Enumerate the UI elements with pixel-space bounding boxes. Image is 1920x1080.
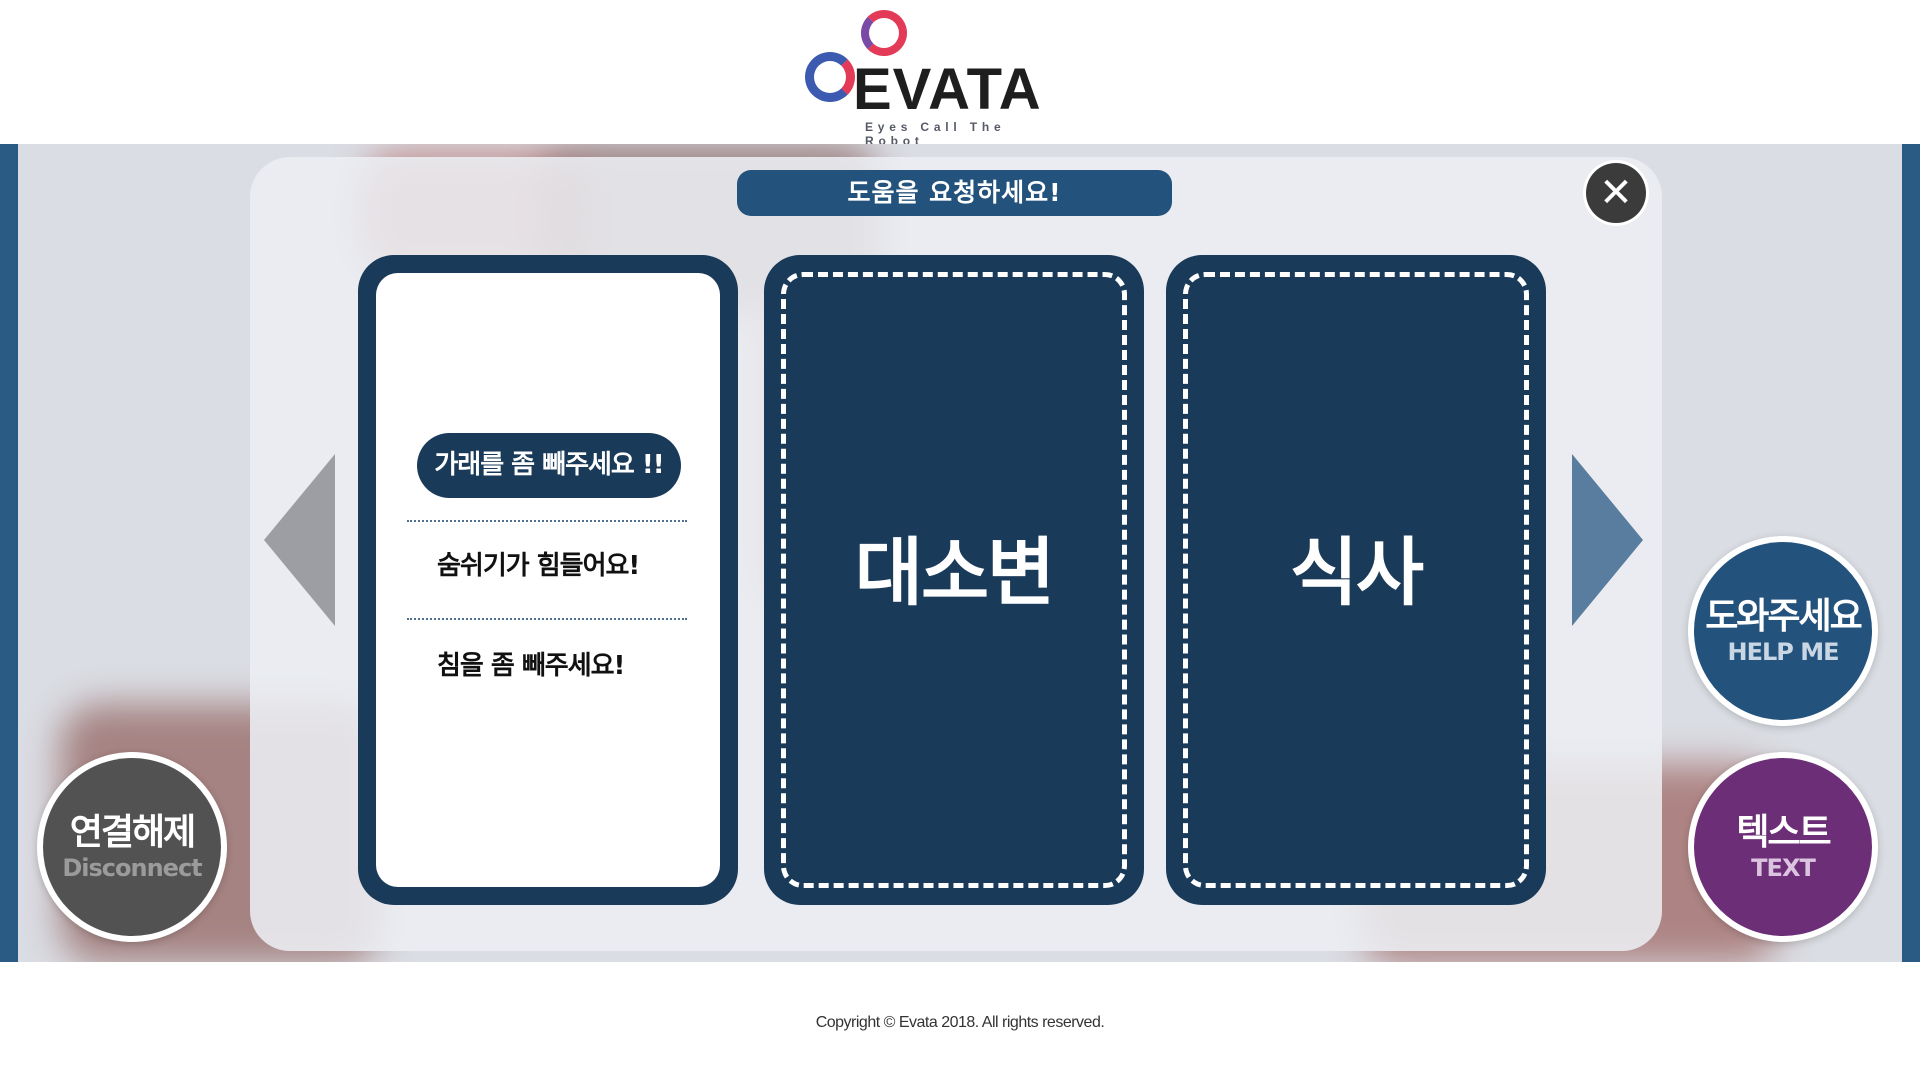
disconnect-button-sublabel: Disconnect xyxy=(62,854,202,882)
stage-edge-right xyxy=(1902,144,1920,962)
logo-ring-red-icon xyxy=(861,10,907,56)
category-card-toilet[interactable]: 대소변 xyxy=(764,255,1144,905)
arrow-right-icon[interactable] xyxy=(1572,454,1643,626)
disconnect-button-label: 연결해제 xyxy=(69,812,196,853)
logo-ring-blue-icon xyxy=(805,52,855,102)
help-me-button-label: 도와주세요 xyxy=(1705,596,1863,637)
category-card-meal[interactable]: 식사 xyxy=(1166,255,1546,905)
arrow-left-icon[interactable] xyxy=(264,454,335,626)
phrase-item[interactable]: 숨쉬기가 힘들어요! xyxy=(437,546,687,586)
help-me-button-sublabel: HELP ME xyxy=(1727,638,1840,666)
evata-logo: EVATA Eyes Call The Robot xyxy=(805,10,1065,148)
logo-wordmark: EVATA xyxy=(853,57,1042,122)
help-me-button[interactable]: 도와주세요 HELP ME xyxy=(1694,542,1872,720)
disconnect-button[interactable]: 연결해제 Disconnect xyxy=(43,758,221,936)
stage-edge-left xyxy=(0,144,18,962)
category-card-label: 식사 xyxy=(1289,530,1424,616)
copyright-text: Copyright © Evata 2018. All rights reser… xyxy=(815,1014,1105,1031)
text-button-label: 텍스트 xyxy=(1736,812,1831,853)
close-button[interactable]: ✕ xyxy=(1586,163,1646,223)
close-icon: ✕ xyxy=(1599,170,1633,216)
text-button[interactable]: 텍스트 TEXT xyxy=(1694,758,1872,936)
phrase-item[interactable]: 침을 좀 빼주세요! xyxy=(437,646,687,686)
modal-title: 도움을 요청하세요! xyxy=(737,170,1172,216)
phrase-divider xyxy=(407,618,687,620)
phrase-item-selected[interactable]: 가래를 좀 빼주세요 !! xyxy=(417,433,681,498)
category-card-label: 대소변 xyxy=(854,530,1055,616)
phrase-divider xyxy=(407,520,687,522)
text-button-sublabel: TEXT xyxy=(1751,854,1816,882)
